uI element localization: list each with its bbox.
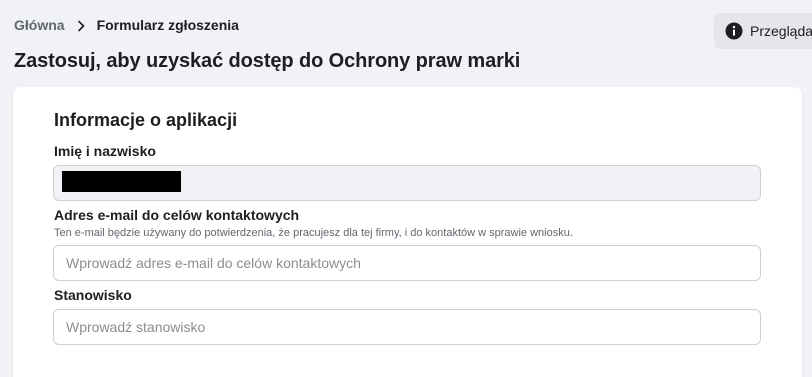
email-field[interactable] bbox=[53, 245, 761, 281]
name-label: Imię i nazwisko bbox=[54, 143, 156, 159]
application-form-card: Informacje o aplikacji Imię i nazwisko A… bbox=[13, 87, 802, 377]
breadcrumb-home-link[interactable]: Główna bbox=[14, 17, 65, 33]
section-title: Informacje o aplikacji bbox=[54, 110, 238, 130]
page-title: Zastosuj, aby uzyskać dostęp do Ochrony … bbox=[14, 50, 521, 72]
breadcrumb: Główna Formularz zgłoszenia bbox=[14, 17, 239, 33]
preview-button[interactable]: Przeglądaj bbox=[714, 13, 812, 49]
chevron-right-icon bbox=[71, 17, 91, 33]
preview-button-label: Przeglądaj bbox=[750, 23, 812, 39]
position-field[interactable] bbox=[53, 309, 761, 345]
redacted-name-value bbox=[62, 171, 181, 192]
email-help-text: Ten e-mail będzie używany do potwierdzen… bbox=[54, 227, 573, 239]
position-label: Stanowisko bbox=[54, 287, 132, 303]
email-label: Adres e-mail do celów kontaktowych bbox=[54, 207, 300, 223]
top-bar: Główna Formularz zgłoszenia Zastosuj, ab… bbox=[0, 0, 812, 86]
breadcrumb-current: Formularz zgłoszenia bbox=[96, 17, 239, 33]
info-icon bbox=[725, 22, 743, 40]
